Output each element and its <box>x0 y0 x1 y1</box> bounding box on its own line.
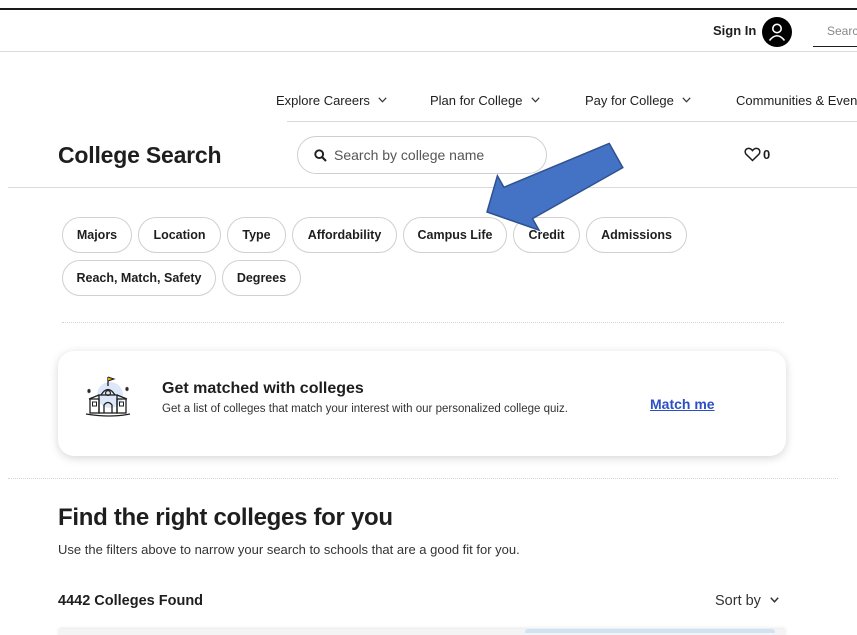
match-me-link[interactable]: Match me <box>650 396 715 412</box>
nav-explore-careers[interactable]: Explore Careers <box>276 93 387 108</box>
nav-label: Explore Careers <box>276 93 370 108</box>
nav-label: Pay for College <box>585 93 674 108</box>
divider <box>0 51 857 52</box>
filter-credit[interactable]: Credit <box>513 217 580 253</box>
chevron-down-icon <box>770 597 779 603</box>
nav-plan-for-college[interactable]: Plan for College <box>430 93 540 108</box>
chevron-down-icon <box>530 97 540 103</box>
nav-label: Plan for College <box>430 93 523 108</box>
heart-icon <box>744 147 761 162</box>
results-count: 4442 Colleges Found <box>58 593 204 609</box>
filter-type[interactable]: Type <box>227 217 286 253</box>
match-description: Get a list of colleges that match your i… <box>162 403 568 415</box>
filter-degrees[interactable]: Degrees <box>222 260 301 296</box>
sort-by-dropdown[interactable]: Sort by <box>715 593 779 609</box>
filter-admissions[interactable]: Admissions <box>586 217 687 253</box>
results-subheading: Use the filters above to narrow your sea… <box>58 542 520 557</box>
results-heading: Find the right colleges for you <box>58 504 393 531</box>
site-search-input[interactable] <box>813 18 857 44</box>
chevron-down-icon <box>682 97 691 103</box>
college-search-input[interactable] <box>334 137 539 173</box>
search-icon <box>314 149 327 162</box>
sign-in-link[interactable]: Sign In <box>713 23 756 38</box>
chevron-down-icon <box>378 97 387 103</box>
sort-by-label: Sort by <box>715 593 761 609</box>
nav-label: Communities & Events <box>736 93 857 108</box>
match-title: Get matched with colleges <box>162 380 364 397</box>
top-utility-bar: Sign In <box>0 10 857 52</box>
college-building-icon <box>85 376 131 417</box>
filter-location[interactable]: Location <box>138 217 221 253</box>
divider <box>8 187 857 188</box>
divider <box>8 478 838 479</box>
site-search[interactable] <box>813 18 857 47</box>
filter-majors[interactable]: Majors <box>62 217 132 253</box>
match-card: Get matched with colleges Get a list of … <box>58 351 786 456</box>
nav-pay-for-college[interactable]: Pay for College <box>585 93 691 108</box>
favorites-button[interactable]: 0 <box>744 147 770 162</box>
page-title: College Search <box>58 142 222 168</box>
filter-reach-match-safety[interactable]: Reach, Match, Safety <box>62 260 216 296</box>
user-icon[interactable] <box>762 17 792 47</box>
divider <box>287 121 857 122</box>
result-card-accent <box>525 629 775 633</box>
filter-campus-life[interactable]: Campus Life <box>403 217 507 253</box>
filter-affordability[interactable]: Affordability <box>292 217 397 253</box>
favorites-count: 0 <box>763 147 771 162</box>
college-search-box[interactable] <box>297 136 547 174</box>
main-nav: Explore Careers Plan for College Pay for… <box>0 93 857 115</box>
divider <box>62 322 784 323</box>
nav-communities-events[interactable]: Communities & Events <box>736 93 857 108</box>
